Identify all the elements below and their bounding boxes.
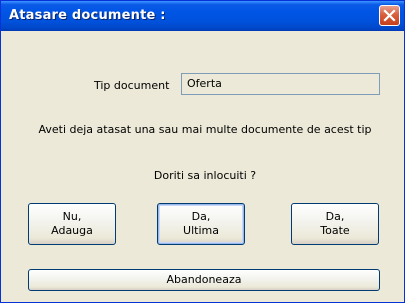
nu-adauga-label-line2: Adauga [51,224,93,237]
da-ultima-label-line1: Da, [191,210,211,223]
dialog-body: Tip document Oferta Aveti deja atasat un… [1,31,404,302]
tip-document-label: Tip document [94,79,170,92]
abandoneaza-button[interactable]: Abandoneaza [28,269,380,291]
da-toate-label-line2: Toate [320,224,350,237]
message-text: Aveti deja atasat una sau mai multe docu… [38,123,372,136]
title-bar[interactable]: Atasare documente : [1,1,404,31]
nu-adauga-label-line1: Nu, [62,210,82,223]
close-icon [383,9,396,22]
nu-adauga-button[interactable]: Nu, Adauga [28,203,116,245]
dialog-window: Atasare documente : Tip document Oferta … [0,0,405,303]
da-ultima-label-line2: Ultima [183,224,219,237]
tip-document-field: Oferta [181,73,380,95]
dialog-title: Atasare documente : [9,8,166,23]
close-button[interactable] [379,5,400,26]
question-text: Doriti sa inlocuiti ? [153,169,257,182]
da-toate-label-line1: Da, [325,210,345,223]
da-toate-button[interactable]: Da, Toate [291,203,379,245]
da-ultima-button[interactable]: Da, Ultima [157,203,245,245]
